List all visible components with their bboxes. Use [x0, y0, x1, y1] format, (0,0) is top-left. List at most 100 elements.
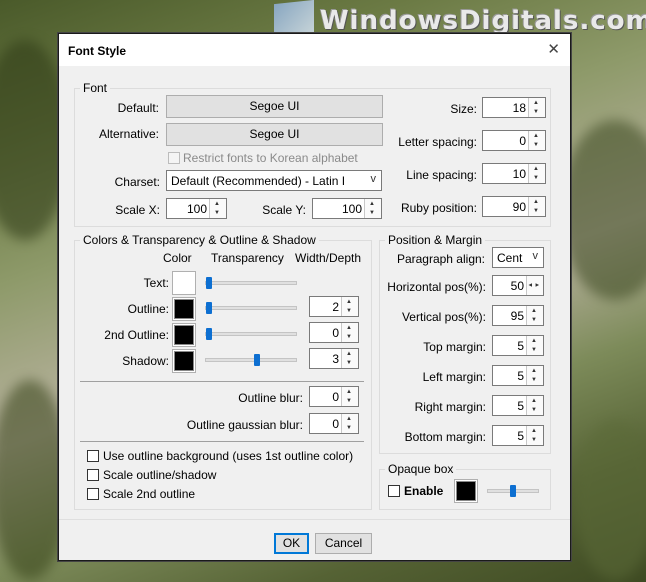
colors-separator-1	[80, 381, 364, 382]
line-spacing-stepper[interactable]: 10 ▲ ▼	[482, 163, 546, 184]
line-spacing-value: 10	[512, 167, 526, 181]
opaque-enable-checkbox[interactable]	[388, 485, 400, 497]
bottom-margin-value: 5	[517, 429, 524, 443]
ruby-position-value: 90	[512, 200, 526, 214]
slider-thumb[interactable]	[206, 277, 212, 289]
spin-arrows-icon[interactable]: ▲ ▼	[526, 396, 543, 415]
cancel-button[interactable]: Cancel	[315, 533, 372, 554]
hpos-label: Horizontal pos(%):	[387, 280, 486, 294]
letter-spacing-stepper[interactable]: 0 ▲ ▼	[482, 130, 546, 151]
dialog-title: Font Style	[68, 44, 127, 58]
gauss-blur-label: Outline gaussian blur:	[186, 418, 303, 432]
spin-arrows-icon[interactable]: ▲ ▼	[341, 323, 358, 342]
scale-2nd-outline-checkbox[interactable]	[87, 488, 99, 500]
charset-value: Default (Recommended) - Latin I	[171, 174, 346, 188]
restrict-korean-label: Restrict fonts to Korean alphabet	[183, 151, 358, 165]
paragraph-align-select[interactable]: Cent v	[492, 247, 544, 268]
scale-outline-label: Scale outline/shadow	[103, 468, 217, 482]
spin-arrows-icon[interactable]: ▲ ▼	[341, 414, 358, 433]
hpos-stepper[interactable]: 50 ▲ ▼	[492, 275, 544, 296]
watermark-text: WindowsDigitals.com	[320, 6, 646, 36]
slider-thumb[interactable]	[206, 302, 212, 314]
spin-arrows-icon[interactable]: ▲ ▼	[341, 297, 358, 316]
opaque-transparency-slider[interactable]	[487, 485, 539, 497]
outline2-label: 2nd Outline:	[104, 328, 169, 342]
scale-y-stepper[interactable]: 100 ▲ ▼	[312, 198, 382, 219]
close-icon[interactable]: ✕	[547, 40, 560, 58]
outline-blur-label: Outline blur:	[238, 391, 303, 405]
left-margin-stepper[interactable]: 5 ▲ ▼	[492, 365, 544, 386]
gauss-blur-stepper[interactable]: 0 ▲ ▼	[309, 413, 359, 434]
spin-arrows-icon[interactable]: ▲ ▼	[526, 336, 543, 355]
opaque-color-swatch[interactable]	[454, 479, 478, 503]
restrict-korean-checkbox[interactable]	[168, 152, 180, 164]
scale-x-stepper[interactable]: 100 ▲ ▼	[166, 198, 227, 219]
spin-arrows-icon[interactable]: ▲ ▼	[528, 98, 545, 117]
paragraph-align-value: Cent	[497, 251, 523, 265]
spin-arrows-icon[interactable]: ▲ ▼	[209, 199, 226, 218]
outline-blur-stepper[interactable]: 0 ▲ ▼	[309, 386, 359, 407]
right-margin-label: Right margin:	[414, 400, 486, 414]
outline-width-value: 2	[332, 300, 339, 314]
ruby-position-label: Ruby position:	[400, 201, 477, 215]
outline2-color-swatch[interactable]	[172, 323, 196, 347]
spin-arrows-icon[interactable]: ▲ ▼	[528, 164, 545, 183]
shadow-transparency-slider[interactable]	[205, 354, 297, 366]
chevron-down-icon: v	[370, 173, 377, 185]
top-margin-stepper[interactable]: 5 ▲ ▼	[492, 335, 544, 356]
text-color-swatch[interactable]	[172, 271, 196, 295]
scale-x-label: Scale X:	[115, 203, 160, 217]
slider-thumb[interactable]	[206, 328, 212, 340]
spin-arrows-icon[interactable]: ▲ ▼	[341, 349, 358, 368]
shadow-label: Shadow:	[122, 354, 169, 368]
default-font-button[interactable]: Segoe UI	[166, 95, 383, 118]
shadow-color-swatch[interactable]	[172, 349, 196, 373]
default-font-label: Default:	[117, 101, 159, 115]
charset-label: Charset:	[114, 175, 160, 189]
spin-arrows-icon[interactable]: ▲ ▼	[341, 387, 358, 406]
scale-y-value: 100	[341, 202, 362, 216]
spin-arrows-icon[interactable]: ▲ ▼	[526, 366, 543, 385]
position-group-label: Position & Margin	[385, 233, 486, 247]
slider-thumb[interactable]	[254, 354, 260, 366]
bottom-margin-stepper[interactable]: 5 ▲ ▼	[492, 425, 544, 446]
size-stepper[interactable]: 18 ▲ ▼	[482, 97, 546, 118]
col-color-header: Color	[163, 251, 192, 265]
ruby-position-stepper[interactable]: 90 ▲ ▼	[482, 196, 546, 217]
size-label: Size:	[450, 102, 477, 116]
col-width-header: Width/Depth	[295, 251, 362, 265]
paragraph-align-label: Paragraph align:	[396, 252, 485, 266]
outline-blur-value: 0	[332, 390, 339, 404]
charset-select[interactable]: Default (Recommended) - Latin I v	[166, 170, 382, 191]
slider-thumb[interactable]	[510, 485, 516, 497]
spin-arrows-icon[interactable]: ▲ ▼	[526, 426, 543, 445]
opaque-box-label: Opaque box	[385, 462, 457, 476]
outline-color-swatch[interactable]	[172, 297, 196, 321]
size-value: 18	[512, 101, 526, 115]
vpos-label: Vertical pos(%):	[401, 310, 486, 324]
scale-x-value: 100	[186, 202, 207, 216]
spin-arrows-icon[interactable]: ▲ ▼	[526, 276, 543, 295]
left-margin-value: 5	[517, 369, 524, 383]
spin-arrows-icon[interactable]: ▲ ▼	[526, 306, 543, 325]
bottom-margin-label: Bottom margin:	[404, 430, 486, 444]
scale-outline-checkbox[interactable]	[87, 469, 99, 481]
outline2-width-stepper[interactable]: 0 ▲ ▼	[309, 322, 359, 343]
opaque-enable-label: Enable	[404, 484, 444, 498]
outline2-transparency-slider[interactable]	[205, 328, 297, 340]
right-margin-value: 5	[517, 399, 524, 413]
colors-group-label: Colors & Transparency & Outline & Shadow	[80, 233, 319, 247]
alternative-font-button[interactable]: Segoe UI	[166, 123, 383, 146]
spin-arrows-icon[interactable]: ▲ ▼	[528, 197, 545, 216]
text-transparency-slider[interactable]	[205, 277, 297, 289]
vpos-stepper[interactable]: 95 ▲ ▼	[492, 305, 544, 326]
ok-button[interactable]: OK	[274, 533, 309, 554]
outline-width-stepper[interactable]: 2 ▲ ▼	[309, 296, 359, 317]
outline-transparency-slider[interactable]	[205, 302, 297, 314]
use-outline-bg-checkbox[interactable]	[87, 450, 99, 462]
outline2-width-value: 0	[332, 326, 339, 340]
spin-arrows-icon[interactable]: ▲ ▼	[528, 131, 545, 150]
shadow-depth-stepper[interactable]: 3 ▲ ▼	[309, 348, 359, 369]
right-margin-stepper[interactable]: 5 ▲ ▼	[492, 395, 544, 416]
alternative-font-label: Alternative:	[98, 127, 159, 141]
